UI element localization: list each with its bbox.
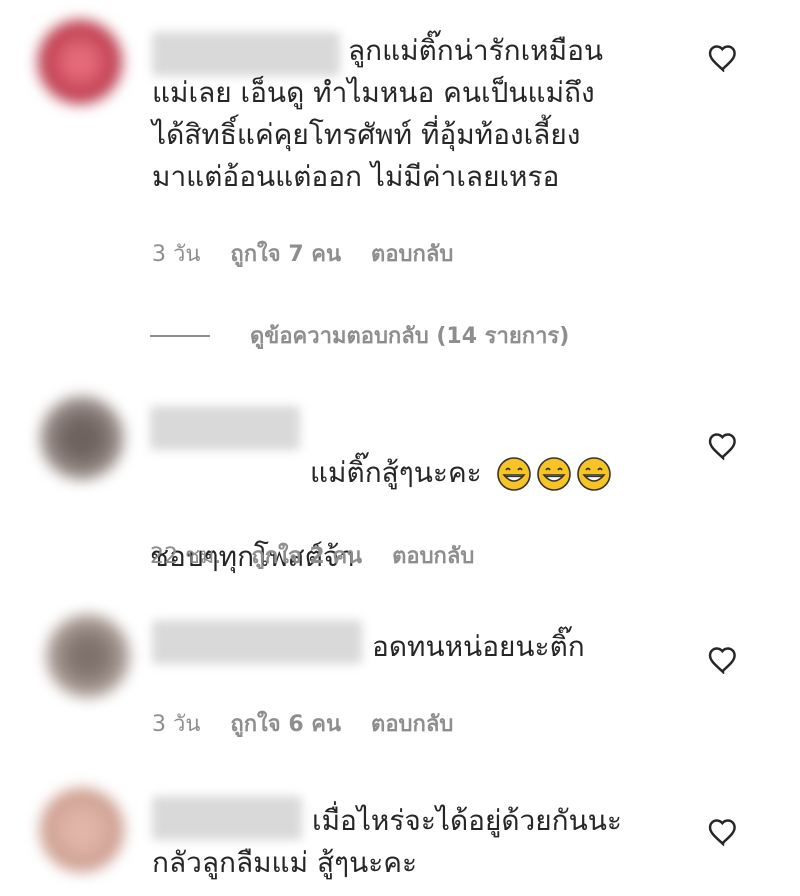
timestamp: 3 วัน	[152, 712, 201, 737]
comment-2: แม่ติ๊กสู้ๆนะคะ ชอบๆทุกโพสต์จ้า 22 ชม. ถ…	[0, 380, 800, 580]
heart-icon[interactable]	[706, 816, 740, 846]
timestamp: 22 ชม.	[150, 544, 222, 569]
avatar[interactable]	[38, 20, 122, 104]
grinning-emoji	[576, 457, 611, 491]
heart-icon[interactable]	[706, 430, 740, 460]
view-replies-label: ดูข้อความตอบกลับ (14 รายการ)	[250, 324, 570, 349]
likes-count[interactable]: ถูกใจ 7 คน	[230, 236, 341, 271]
avatar[interactable]	[40, 396, 124, 480]
comment-meta: 3 วัน ถูกใจ 6 คน ตอบกลับ	[152, 706, 453, 741]
heart-icon[interactable]	[706, 644, 740, 674]
comment-4: เมื่อไหร่จะได้อยู่ด้วยกันนะ กลัวลูกลืมแม…	[0, 770, 800, 896]
reply-button[interactable]: ตอบกลับ	[371, 236, 453, 271]
comment-3: อดทนหน่อยนะติ๊ก 3 วัน ถูกใจ 6 คน ตอบกลับ	[0, 600, 800, 760]
reply-button[interactable]: ตอบกลับ	[392, 538, 474, 573]
grinning-emoji	[496, 457, 531, 491]
comment-line-1: แม่ติ๊กสู้ๆนะคะ	[310, 456, 482, 489]
comment-text: ลูกแม่ติ๊กน่ารักเหมือน แม่เลย เอ็นดู ทำไ…	[152, 34, 604, 193]
comment-text: เมื่อไหร่จะได้อยู่ด้วยกันนะ กลัวลูกลืมแม…	[152, 804, 622, 879]
comment-meta: 22 ชม. ถูกใจ 2 คน ตอบกลับ	[150, 538, 474, 573]
avatar[interactable]	[40, 788, 124, 872]
comment-text: อดทนหน่อยนะติ๊ก	[372, 630, 585, 663]
likes-count[interactable]: ถูกใจ 2 คน	[251, 538, 362, 573]
grinning-emoji	[536, 457, 571, 491]
heart-icon[interactable]	[706, 42, 740, 72]
comment-meta: 3 วัน ถูกใจ 7 คน ตอบกลับ	[152, 236, 453, 271]
divider-line	[150, 334, 210, 337]
reply-button[interactable]: ตอบกลับ	[371, 706, 453, 741]
timestamp: 3 วัน	[152, 242, 201, 267]
view-replies-button[interactable]: ดูข้อความตอบกลับ (14 รายการ)	[150, 318, 569, 353]
likes-count[interactable]: ถูกใจ 6 คน	[230, 706, 341, 741]
comment-1: ลูกแม่ติ๊กน่ารักเหมือน แม่เลย เอ็นดู ทำไ…	[0, 0, 800, 300]
username-blurred[interactable]	[152, 620, 362, 664]
avatar[interactable]	[46, 614, 130, 698]
